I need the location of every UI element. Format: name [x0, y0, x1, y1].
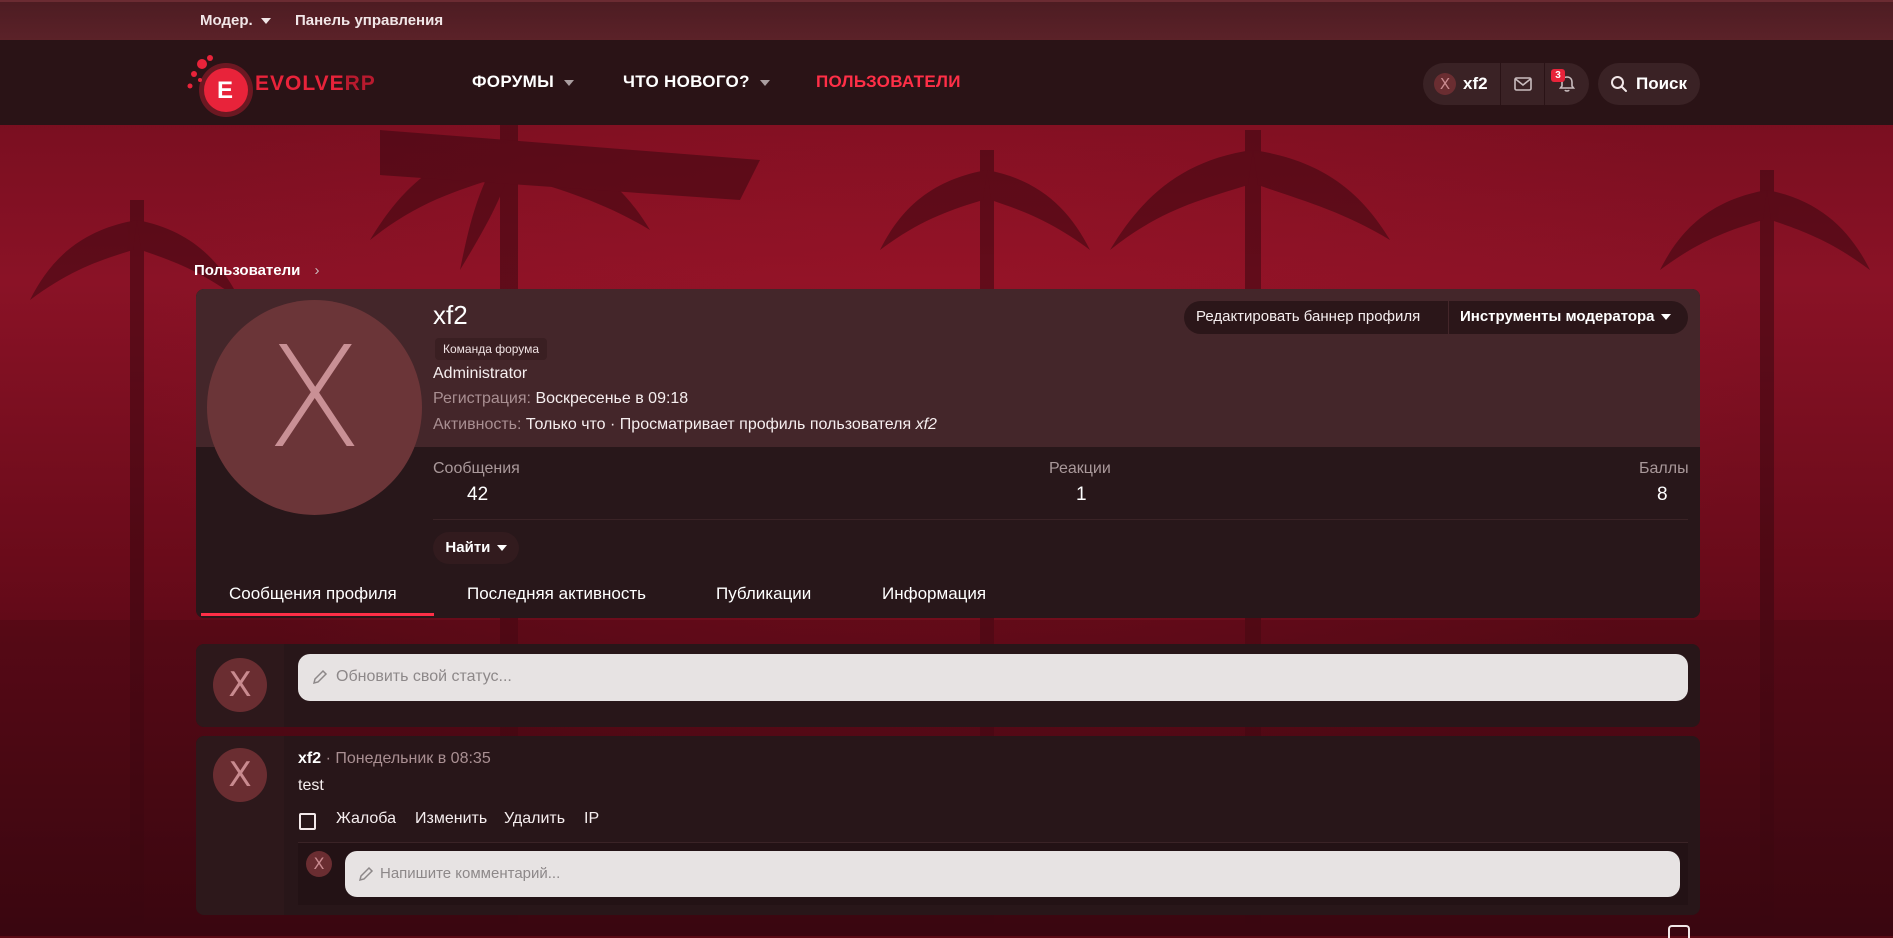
account-username: xf2: [1463, 74, 1488, 93]
control-panel-link[interactable]: Панель управления: [295, 12, 443, 29]
logo-name-suffix: RP: [344, 72, 376, 95]
nav-whats-new[interactable]: ЧТО НОВОГО?: [623, 72, 770, 92]
find-label: Найти: [445, 539, 491, 556]
report-link[interactable]: Жалоба: [336, 810, 396, 828]
profile-avatar[interactable]: X: [207, 300, 422, 515]
stat-points-value[interactable]: 8: [1657, 484, 1668, 506]
moderator-menu-label: Модер.: [200, 12, 253, 29]
avatar[interactable]: X: [213, 748, 267, 802]
stat-messages-label: Сообщения: [433, 460, 520, 477]
account-menu[interactable]: X xf2: [1423, 63, 1500, 105]
select-checkbox[interactable]: [299, 813, 316, 830]
post-author[interactable]: xf2: [298, 750, 321, 767]
stat-points-label: Баллы: [1639, 460, 1689, 477]
moderator-menu[interactable]: Модер.: [200, 12, 271, 29]
joined-label: Регистрация:: [433, 390, 531, 407]
active-tab-indicator: [201, 613, 434, 616]
profile-username: xf2: [433, 300, 468, 330]
joined-info: Регистрация: Воскресенье в 09:18: [433, 390, 688, 408]
avatar-letter: X: [1439, 75, 1451, 93]
logo-name[interactable]: EVOLVERP: [255, 72, 376, 96]
moderator-tools-button[interactable]: Инструменты модератора: [1460, 308, 1671, 325]
caret-down-icon: [260, 18, 271, 25]
profile-avatar-letter: X: [266, 317, 363, 480]
pencil-icon: [312, 669, 328, 685]
avatar-letter: X: [313, 854, 325, 873]
post-body: test: [298, 777, 324, 794]
tab-latest-activity[interactable]: Последняя активность: [467, 584, 646, 604]
alerts-button[interactable]: 3: [1545, 63, 1589, 105]
last-seen-label: Активность:: [433, 416, 522, 433]
profile-actions: Редактировать баннер профиля Инструменты…: [1184, 301, 1688, 334]
nav-members[interactable]: ПОЛЬЗОВАТЕЛИ: [816, 72, 961, 92]
logo-name-main: EVOLVE: [255, 72, 345, 95]
moderator-tools-label: Инструменты модератора: [1460, 308, 1655, 325]
stat-messages-value[interactable]: 42: [467, 484, 488, 506]
breadcrumb: Пользователи ›: [194, 262, 320, 279]
account-group: X xf2 3: [1423, 63, 1589, 105]
edit-link[interactable]: Изменить: [415, 810, 487, 828]
caret-down-icon: [564, 79, 575, 86]
caret-down-icon: [1660, 314, 1671, 321]
nav-forums-label: ФОРУМЫ: [472, 72, 555, 91]
scroll-to-top-icon[interactable]: [1668, 925, 1690, 938]
envelope-icon: [1514, 77, 1532, 91]
logo-letter: E: [217, 77, 234, 104]
tab-profile-posts[interactable]: Сообщения профиля: [229, 584, 397, 604]
avatar[interactable]: X: [213, 658, 267, 712]
search-icon: [1611, 76, 1627, 92]
nav-whats-new-label: ЧТО НОВОГО?: [623, 72, 750, 91]
avatar-letter: X: [228, 755, 252, 795]
stat-reactions-label: Реакции: [1049, 460, 1111, 477]
comment-input[interactable]: Напишите комментарий...: [345, 851, 1680, 897]
chevron-right-icon: ›: [314, 262, 320, 279]
alerts-count-badge: 3: [1551, 69, 1565, 82]
post-date[interactable]: · Понедельник в 08:35: [326, 750, 491, 767]
stat-reactions-value[interactable]: 1: [1076, 484, 1087, 506]
find-button[interactable]: Найти: [433, 532, 519, 564]
last-seen-value: Только что · Просматривает профиль польз…: [525, 416, 912, 433]
avatar-letter: X: [228, 665, 252, 705]
caret-down-icon: [759, 79, 770, 86]
pencil-icon: [358, 866, 374, 882]
post-meta: xf2 · Понедельник в 08:35: [298, 750, 491, 768]
moderator-bar: Модер. Панель управления: [0, 0, 1893, 42]
breadcrumb-members[interactable]: Пользователи: [194, 262, 300, 279]
tab-about[interactable]: Информация: [882, 584, 986, 604]
last-seen-target[interactable]: xf2: [916, 416, 937, 433]
user-banner: Команда форума: [435, 338, 548, 360]
status-input[interactable]: Обновить свой статус...: [298, 654, 1688, 701]
search-label: Поиск: [1636, 74, 1688, 93]
delete-link[interactable]: Удалить: [504, 810, 565, 828]
divider: [433, 519, 1688, 520]
avatar: X: [1434, 73, 1456, 95]
comment-input-placeholder: Напишите комментарий...: [380, 865, 561, 882]
joined-value: Воскресенье в 09:18: [535, 390, 689, 407]
caret-down-icon: [496, 545, 507, 552]
ip-link[interactable]: IP: [584, 810, 599, 828]
edit-banner-button[interactable]: Редактировать баннер профиля: [1196, 308, 1420, 325]
avatar: X: [306, 851, 332, 877]
user-title: Administrator: [433, 365, 528, 382]
inbox-button[interactable]: [1501, 63, 1544, 105]
status-input-placeholder: Обновить свой статус...: [336, 668, 512, 685]
nav-forums[interactable]: ФОРУМЫ: [472, 72, 575, 92]
tab-postings[interactable]: Публикации: [716, 584, 811, 604]
divider: [1448, 301, 1449, 334]
last-seen-info: Активность: Только что · Просматривает п…: [433, 416, 937, 434]
search-button[interactable]: Поиск: [1598, 63, 1700, 105]
